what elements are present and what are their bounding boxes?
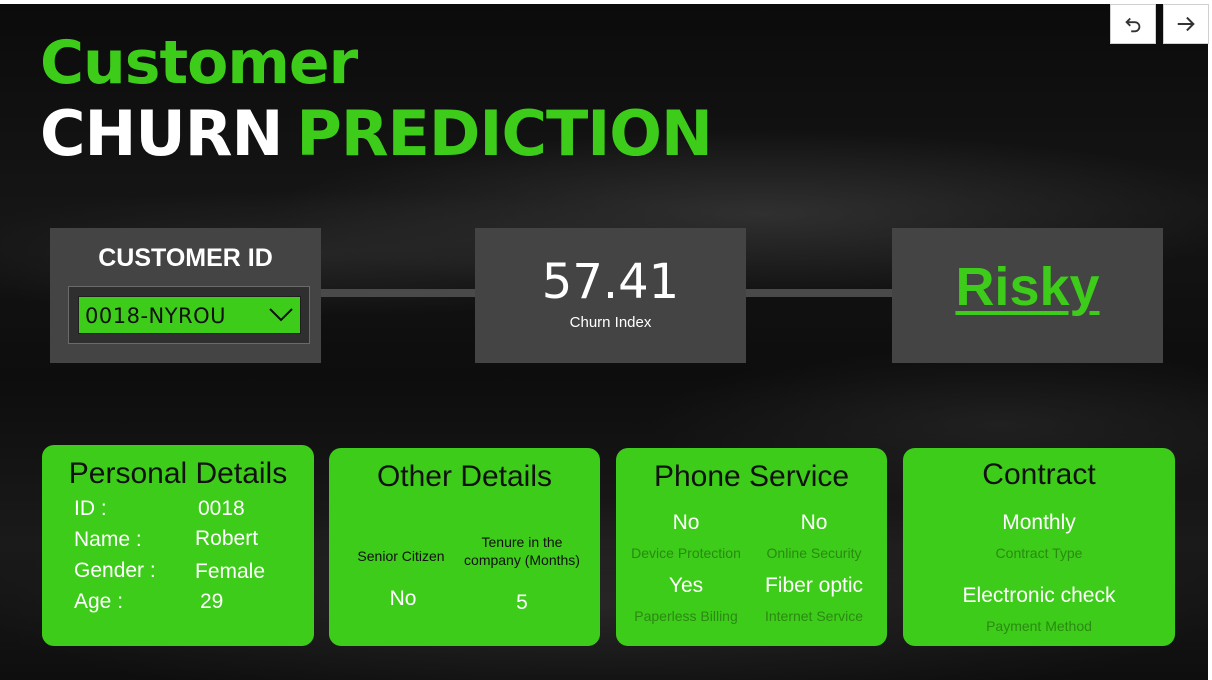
age-value: 29 — [200, 590, 224, 613]
connector-line — [320, 289, 476, 297]
paperless-billing-value: Yes — [668, 574, 704, 597]
chevron-down-icon — [269, 308, 293, 322]
tenure-label-line-2: company (Months) — [464, 552, 580, 568]
tenure-label-line-1: Tenure in the — [481, 534, 563, 550]
contract-type-label: Contract Type — [995, 545, 1083, 561]
phone-service-title: Phone Service — [653, 460, 850, 493]
undo-arrow-icon — [1125, 17, 1141, 33]
gender-label: Gender : — [74, 559, 156, 582]
payment-method-value: Electronic check — [962, 584, 1116, 607]
title-line-1: Customer — [40, 28, 358, 98]
contract-title: Contract — [982, 458, 1096, 491]
customer-id-label: CUSTOMER ID — [98, 244, 273, 272]
age-label: Age : — [74, 590, 124, 613]
payment-method-label: Payment Method — [986, 618, 1092, 634]
churn-index-tile: 57.41 Churn Index — [475, 228, 746, 363]
senior-citizen-value: No — [389, 587, 417, 610]
tenure-value: 5 — [516, 591, 528, 614]
title-churn: CHURN — [40, 97, 283, 170]
churn-index-label: Churn Index — [569, 314, 652, 331]
contract-card: Contract Monthly Contract Type Electroni… — [903, 448, 1175, 646]
contract-type-value: Monthly — [1002, 511, 1076, 534]
window-border — [1208, 0, 1212, 680]
id-value: 0018 — [198, 497, 245, 520]
customer-id-value: 0018-NYROU — [85, 304, 227, 328]
customer-id-tile: CUSTOMER ID 0018-NYROU — [50, 228, 321, 363]
other-details-title: Other Details — [376, 460, 553, 493]
personal-details-title: Personal Details — [68, 457, 288, 490]
risk-tile: Risky — [892, 228, 1163, 363]
title-line-2: CHURN PREDICTION — [40, 97, 713, 170]
name-value: Robert — [195, 527, 259, 550]
title-prediction: PREDICTION — [296, 97, 713, 170]
phone-service-card: Phone Service No Device Protection No On… — [616, 448, 887, 646]
internet-service-label: Internet Service — [764, 608, 864, 624]
online-security-label: Online Security — [766, 545, 862, 561]
device-protection-label: Device Protection — [631, 545, 741, 561]
risk-status: Risky — [955, 257, 1100, 317]
id-label: ID : — [74, 497, 107, 520]
personal-details-card: Personal Details ID : 0018 Name : Robert… — [42, 445, 314, 646]
connector-line — [745, 289, 893, 297]
senior-citizen-label: Senior Citizen — [357, 548, 445, 564]
tenure-label: Tenure in the company (Months) — [455, 533, 589, 569]
name-label: Name : — [74, 528, 142, 551]
forward-button[interactable] — [1163, 4, 1209, 44]
internet-service-value: Fiber optic — [764, 574, 864, 597]
churn-index-value: 57.41 — [541, 254, 680, 310]
customer-id-slicer: 0018-NYROU — [68, 286, 310, 344]
paperless-billing-label: Paperless Billing — [634, 608, 738, 624]
device-protection-value: No — [672, 511, 700, 534]
back-button[interactable] — [1110, 4, 1156, 44]
other-details-card: Other Details Senior Citizen Tenure in t… — [329, 448, 600, 646]
online-security-value: No — [800, 511, 828, 534]
customer-id-dropdown[interactable]: 0018-NYROU — [78, 296, 301, 334]
right-arrow-icon — [1177, 16, 1195, 32]
gender-value: Female — [195, 560, 266, 583]
